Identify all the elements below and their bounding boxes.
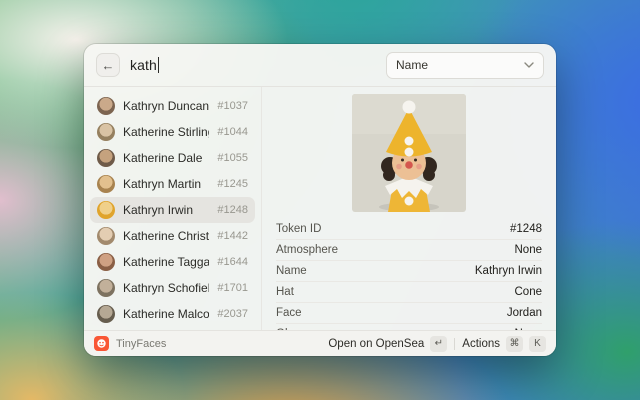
detail-label: Hat <box>276 286 294 298</box>
detail-label: Token ID <box>276 223 321 235</box>
detail-row: Atmosphere None <box>276 240 542 261</box>
list-item[interactable]: Kathryn Duncanson #1037 <box>90 93 255 119</box>
avatar <box>97 97 115 115</box>
open-on-opensea-label: Open on OpenSea <box>328 338 424 350</box>
list-item[interactable]: Katherine Dale #1055 <box>90 145 255 171</box>
avatar <box>97 201 115 219</box>
detail-label: Atmosphere <box>276 244 338 256</box>
token-image <box>352 94 466 212</box>
person-name: Kathryn Schofield <box>123 281 209 295</box>
detail-label: Name <box>276 265 307 277</box>
footer-bar: TinyFaces Open on OpenSea ↵ Actions ⌘ K <box>84 331 556 356</box>
tinyfaces-app-icon <box>94 336 109 351</box>
token-id: #1248 <box>217 204 248 216</box>
app-name: TinyFaces <box>116 338 321 350</box>
list-item[interactable]: Katherine Christie #1442 <box>90 223 255 249</box>
person-name: Kathryn Duncanson <box>123 99 209 113</box>
detail-row: Token ID #1248 <box>276 219 542 240</box>
avatar <box>97 253 115 271</box>
person-name: Katherine Dale <box>123 151 209 165</box>
sort-dropdown-value: Name <box>396 58 428 72</box>
detail-value: Cone <box>515 286 543 298</box>
content: Kathryn Duncanson #1037 Katherine Stirli… <box>84 87 556 330</box>
avatar <box>97 149 115 167</box>
k-keycap: K <box>529 336 546 352</box>
list-item[interactable]: Katherine Taggart #1644 <box>90 249 255 275</box>
avatar <box>97 227 115 245</box>
detail-value: Kathryn Irwin <box>475 265 542 277</box>
list-item[interactable]: Kathryn Schofield #1701 <box>90 275 255 301</box>
person-name: Katherine Christie <box>123 229 209 243</box>
person-name: Katherine Stirling <box>123 125 209 139</box>
detail-row: Name Kathryn Irwin <box>276 261 542 282</box>
search-input[interactable]: kath <box>130 44 376 86</box>
token-id: #1644 <box>217 256 248 268</box>
list-item[interactable]: Katherine Malcolm #2037 <box>90 301 255 327</box>
search-bar: ← kath Name <box>84 44 556 86</box>
detail-value: Jordan <box>507 307 542 319</box>
list-item-selected[interactable]: Kathryn Irwin #1248 <box>90 197 255 223</box>
token-id: #1037 <box>217 100 248 112</box>
list-item[interactable]: Kathryn Martin #1245 <box>90 171 255 197</box>
token-id: #1044 <box>217 126 248 138</box>
back-arrow-icon: ← <box>102 58 115 73</box>
detail-row: Face Jordan <box>276 303 542 324</box>
actions-label: Actions <box>462 338 500 350</box>
token-id: #2037 <box>217 308 248 320</box>
detail-label: Face <box>276 307 302 319</box>
token-id: #1245 <box>217 178 248 190</box>
open-on-opensea-button[interactable]: Open on OpenSea ↵ <box>328 336 447 352</box>
avatar <box>97 279 115 297</box>
detail-panel: Token ID #1248 Atmosphere None Name Kath… <box>262 87 556 330</box>
command-palette-window: ← kath Name Kathryn Duncanson #1037 Kath… <box>84 44 556 356</box>
list-item[interactable]: Katherine Stirling #1044 <box>90 119 255 145</box>
person-name: Kathryn Irwin <box>123 203 209 217</box>
footer-divider <box>454 338 455 350</box>
token-id: #1701 <box>217 282 248 294</box>
results-list[interactable]: Kathryn Duncanson #1037 Katherine Stirli… <box>84 87 261 330</box>
avatar <box>97 305 115 323</box>
doll-figurine-illustration <box>352 94 466 212</box>
back-button[interactable]: ← <box>96 53 120 77</box>
return-keycap: ↵ <box>430 336 447 352</box>
chevron-down-icon <box>524 62 534 68</box>
token-id: #1055 <box>217 152 248 164</box>
person-name: Katherine Malcolm <box>123 307 209 321</box>
actions-menu-button[interactable]: Actions ⌘ K <box>462 336 546 352</box>
detail-value: None <box>515 244 543 256</box>
person-name: Katherine Taggart <box>123 255 209 269</box>
sort-dropdown[interactable]: Name <box>386 52 544 79</box>
detail-value: #1248 <box>510 223 542 235</box>
avatar <box>97 123 115 141</box>
avatar <box>97 175 115 193</box>
command-keycap: ⌘ <box>506 336 523 352</box>
search-query-text: kath <box>130 57 157 73</box>
token-id: #1442 <box>217 230 248 242</box>
detail-row: Hat Cone <box>276 282 542 303</box>
person-name: Kathryn Martin <box>123 177 209 191</box>
text-caret <box>158 57 160 73</box>
